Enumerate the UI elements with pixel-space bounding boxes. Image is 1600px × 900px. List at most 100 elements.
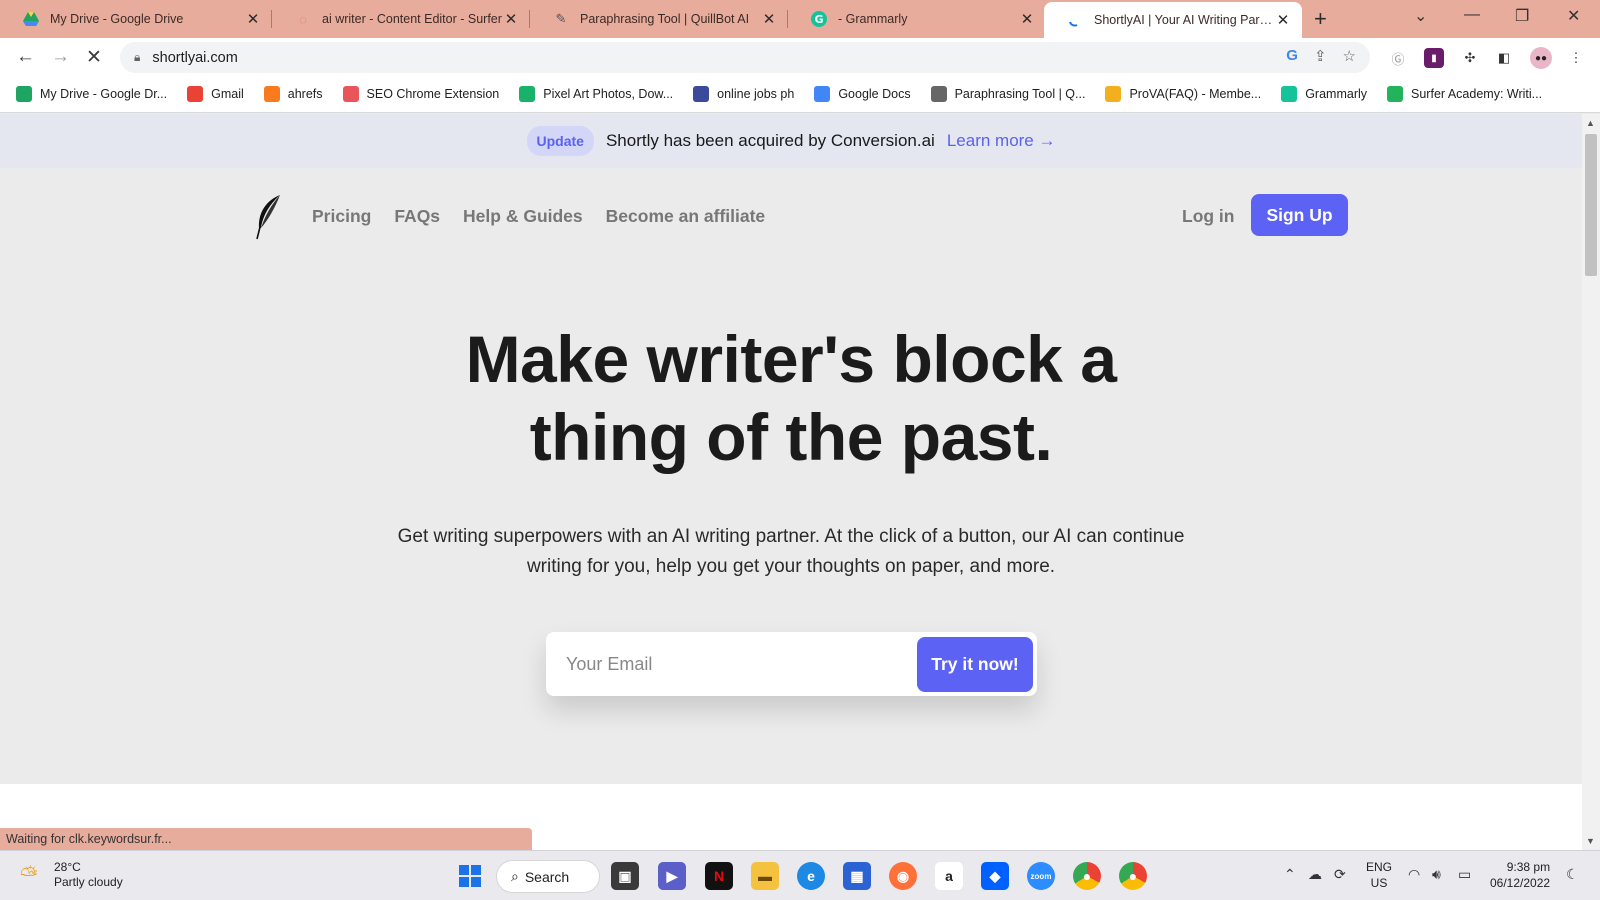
system-clock[interactable]: 9:38 pm 06/12/2022 bbox=[1490, 859, 1550, 891]
chrome-icon[interactable]: ● bbox=[1073, 862, 1101, 890]
notifications-icon[interactable]: ☾ bbox=[1566, 866, 1579, 883]
grammarly-extension-icon[interactable]: Ⓖ bbox=[1388, 48, 1408, 68]
bookmark-item[interactable]: Google Docs bbox=[814, 86, 911, 102]
wifi-icon[interactable]: ◠ bbox=[1408, 866, 1420, 883]
task-view-icon[interactable]: ▣ bbox=[611, 862, 639, 890]
page-viewport: Update Shortly has been acquired by Conv… bbox=[0, 114, 1582, 850]
netflix-icon[interactable]: N bbox=[705, 862, 733, 890]
more-menu-icon[interactable]: ⋮ bbox=[1566, 48, 1586, 68]
page-scrollbar[interactable]: ▲ ▼ bbox=[1582, 114, 1600, 850]
weather-widget[interactable]: ⛅︎ 28°C Partly cloudy bbox=[20, 860, 123, 890]
bookmark-item[interactable]: Paraphrasing Tool | Q... bbox=[930, 86, 1086, 102]
close-tab-icon[interactable]: ✕ bbox=[760, 10, 778, 28]
windows-start-icon[interactable] bbox=[456, 862, 484, 890]
zoom-icon[interactable]: zoom bbox=[1027, 862, 1055, 890]
tray-overflow-icon[interactable]: ⌃ bbox=[1284, 866, 1296, 883]
bookmark-item[interactable]: SEO Chrome Extension bbox=[342, 86, 500, 102]
language-code: ENG bbox=[1366, 860, 1393, 874]
google-lens-icon[interactable]: G bbox=[1286, 47, 1298, 65]
ahrefs-icon bbox=[263, 86, 280, 102]
extension-icon[interactable]: ▮ bbox=[1424, 48, 1444, 68]
hero-heading: Make writer's block a thing of the past. bbox=[0, 320, 1582, 476]
puzzle-icon[interactable]: ✣ bbox=[1460, 48, 1480, 68]
side-panel-icon[interactable]: ◧ bbox=[1494, 48, 1514, 68]
bookmark-item[interactable]: ahrefs bbox=[263, 86, 323, 102]
nav-pricing-link[interactable]: Pricing bbox=[312, 206, 371, 227]
chrome-profile-icon[interactable]: ● bbox=[1119, 862, 1147, 890]
windows-taskbar: ⛅︎ 28°C Partly cloudy ⌕ Search ▣ ▶ N ▬ e… bbox=[0, 850, 1600, 900]
google-docs-icon bbox=[814, 86, 831, 102]
scrollbar-thumb[interactable] bbox=[1585, 134, 1597, 276]
bookmark-item[interactable]: Surfer Academy: Writi... bbox=[1387, 86, 1542, 102]
battery-icon[interactable]: ▭ bbox=[1458, 866, 1471, 883]
bookmarks-bar: My Drive - Google Dr... Gmail ahrefs SEO Ch… bbox=[0, 76, 1600, 113]
nav-faqs-link[interactable]: FAQs bbox=[394, 206, 440, 227]
bookmark-label: Pixel Art Photos, Dow... bbox=[543, 87, 674, 101]
close-tab-icon[interactable]: ✕ bbox=[1018, 10, 1036, 28]
clock-date: 06/12/2022 bbox=[1490, 876, 1551, 890]
language-indicator[interactable]: ENG US bbox=[1366, 859, 1392, 891]
bookmark-item[interactable]: ProVA(FAQ) - Membe... bbox=[1105, 86, 1261, 102]
scroll-down-icon[interactable]: ▼ bbox=[1586, 836, 1595, 846]
bookmark-item[interactable]: My Drive - Google Dr... bbox=[16, 86, 167, 102]
back-icon[interactable]: ← bbox=[16, 46, 35, 68]
firefox-icon[interactable]: ◉ bbox=[889, 862, 917, 890]
bookmark-item[interactable]: Gmail bbox=[187, 86, 244, 102]
gmail-icon bbox=[187, 86, 204, 102]
try-it-now-button[interactable]: Try it now! bbox=[917, 637, 1033, 692]
tab-surfer[interactable]: ◌ ai writer - Content Editor - Surfer ✕ bbox=[272, 0, 530, 38]
profile-avatar-icon[interactable]: ●● bbox=[1530, 47, 1552, 69]
stop-loading-icon[interactable]: ✕ bbox=[86, 46, 102, 69]
taskbar-search[interactable]: ⌕ Search bbox=[496, 860, 600, 893]
new-tab-icon[interactable]: + bbox=[1314, 6, 1327, 32]
tab-quillbot[interactable]: ✎ Paraphrasing Tool | QuillBot AI ✕ bbox=[530, 0, 788, 38]
email-input[interactable] bbox=[566, 646, 906, 682]
signup-button[interactable]: Sign Up bbox=[1251, 194, 1348, 236]
scroll-up-icon[interactable]: ▲ bbox=[1586, 118, 1595, 128]
close-tab-icon[interactable]: ✕ bbox=[502, 10, 520, 28]
bookmark-label: Gmail bbox=[211, 87, 244, 101]
announcement-banner: Update Shortly has been acquired by Conv… bbox=[0, 114, 1582, 168]
dropbox-icon[interactable]: ◆ bbox=[981, 862, 1009, 890]
forward-icon[interactable]: → bbox=[51, 46, 70, 68]
tab-google-drive[interactable]: My Drive - Google Drive ✕ bbox=[0, 0, 272, 38]
learn-more-link[interactable]: Learn more → bbox=[947, 131, 1056, 151]
microsoft-store-icon[interactable]: ▦ bbox=[843, 862, 871, 890]
feather-logo-icon[interactable] bbox=[255, 194, 283, 240]
bookmark-item[interactable]: online jobs ph bbox=[693, 86, 794, 102]
nav-help-guides-link[interactable]: Help & Guides bbox=[463, 206, 583, 227]
volume-icon[interactable]: 🔊︎ bbox=[1432, 866, 1441, 883]
tab-grammarly[interactable]: G - Grammarly ✕ bbox=[788, 0, 1046, 38]
login-link[interactable]: Log in bbox=[1182, 206, 1234, 227]
address-bar[interactable]: 🔒︎ shortlyai.com G ⇪ ☆ bbox=[120, 42, 1370, 73]
close-window-icon[interactable]: ✕ bbox=[1567, 6, 1580, 26]
sync-icon[interactable]: ⟳ bbox=[1334, 866, 1346, 883]
update-badge: Update bbox=[526, 126, 594, 156]
bookmark-label: Surfer Academy: Writi... bbox=[1411, 87, 1543, 101]
teams-chat-icon[interactable]: ▶ bbox=[658, 862, 686, 890]
tab-shortlyai[interactable]: ShortlyAI | Your AI Writing Partner ✕ bbox=[1044, 2, 1302, 38]
file-explorer-icon[interactable]: ▬ bbox=[751, 862, 779, 890]
nav-affiliate-link[interactable]: Become an affiliate bbox=[606, 206, 766, 227]
share-icon[interactable]: ⇪ bbox=[1314, 47, 1327, 65]
edge-icon[interactable]: e bbox=[797, 862, 825, 890]
tab-title: Paraphrasing Tool | QuillBot AI bbox=[580, 12, 750, 26]
minimize-icon[interactable]: — bbox=[1464, 6, 1480, 24]
grammarly-icon bbox=[1281, 86, 1298, 102]
bookmark-star-icon[interactable]: ☆ bbox=[1343, 47, 1356, 65]
close-tab-icon[interactable]: ✕ bbox=[1274, 11, 1292, 29]
clock-time: 9:38 pm bbox=[1506, 860, 1551, 874]
bookmark-item[interactable]: Pixel Art Photos, Dow... bbox=[519, 86, 673, 102]
quillbot-icon bbox=[930, 86, 947, 102]
partly-cloudy-icon: ⛅︎ bbox=[20, 862, 38, 887]
amazon-icon[interactable]: a bbox=[935, 862, 963, 890]
bookmark-label: SEO Chrome Extension bbox=[366, 87, 500, 101]
restore-icon[interactable]: ❐ bbox=[1515, 6, 1529, 26]
hero-subtitle-line: writing for you, help you get your thoug… bbox=[526, 556, 1056, 577]
onedrive-icon[interactable]: ☁ bbox=[1308, 866, 1322, 883]
close-tab-icon[interactable]: ✕ bbox=[244, 10, 262, 28]
tab-title: ai writer - Content Editor - Surfer bbox=[322, 12, 502, 26]
tab-search-icon[interactable]: ⌄ bbox=[1414, 6, 1427, 26]
bookmark-label: Paraphrasing Tool | Q... bbox=[954, 87, 1086, 101]
bookmark-item[interactable]: Grammarly bbox=[1281, 86, 1367, 102]
